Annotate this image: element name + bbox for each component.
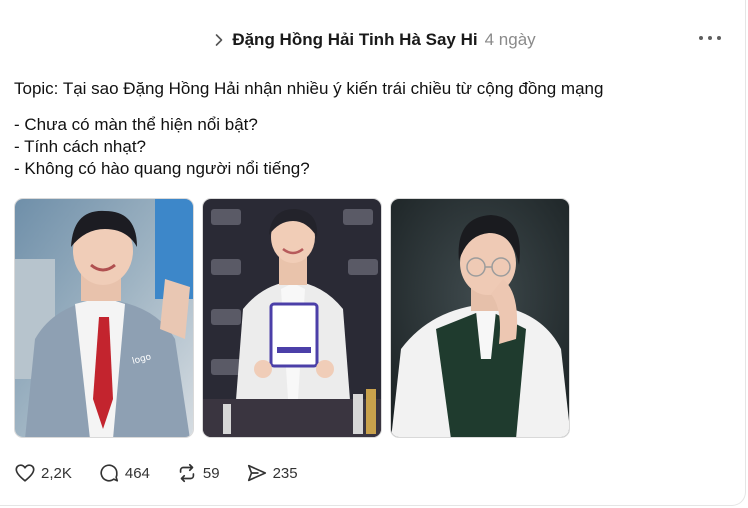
chevron-right-icon[interactable] [212,33,226,47]
post-actions: 2,2K 464 59 235 [14,462,324,484]
more-horizontal-icon [699,36,703,40]
reply-button[interactable]: 464 [98,462,150,484]
repost-button[interactable]: 59 [176,462,220,484]
repost-arrows-icon [179,463,195,483]
post-image-3[interactable] [390,198,570,438]
post-topic: Topic: Tại sao Đặng Hồng Hải nhận nhiều … [14,79,604,98]
repost-count: 59 [202,464,220,482]
image-gallery: logo [14,198,570,438]
post-header: Đặng Hồng Hải Tinh Hà Say Hi 4 ngày [0,27,748,53]
share-button[interactable]: 235 [246,462,298,484]
share-count: 235 [272,464,298,482]
author-name[interactable]: Đặng Hồng Hải Tinh Hà Say Hi [232,30,477,50]
bullet-item: - Chưa có màn thể hiện nổi bật? [14,115,258,134]
like-button[interactable]: 2,2K [14,462,72,484]
heart-icon [15,464,35,482]
send-icon [247,464,266,482]
like-count: 2,2K [41,464,72,482]
post-image-2[interactable] [202,198,382,438]
post-image-1[interactable]: logo [14,198,194,438]
bullet-item: - Không có hào quang người nổi tiếng? [14,159,310,178]
reply-count: 464 [124,464,150,482]
bullet-item: - Tính cách nhạt? [14,137,146,156]
more-options-button[interactable] [699,30,721,46]
comment-bubble-icon [100,464,118,482]
post-time[interactable]: 4 ngày [485,30,536,50]
post-body: Topic: Tại sao Đặng Hồng Hải nhận nhiều … [14,78,603,180]
